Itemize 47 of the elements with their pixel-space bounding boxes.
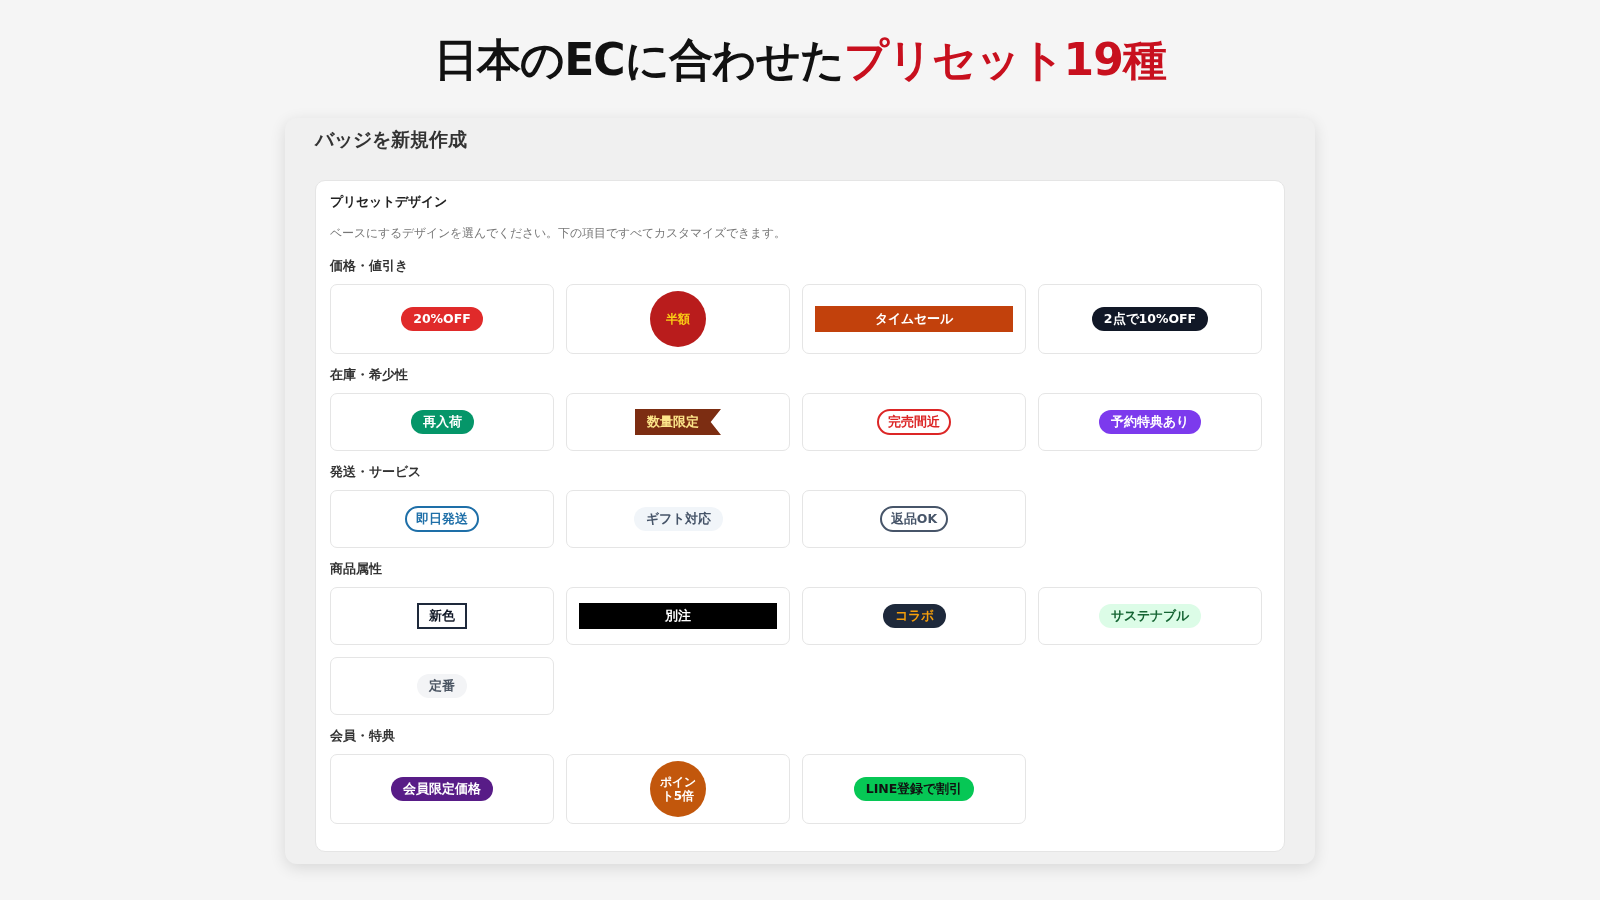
badge-text: 会員限定価格 bbox=[403, 781, 481, 796]
preset-tile[interactable]: 新色 bbox=[330, 587, 554, 645]
preset-tile[interactable]: 会員限定価格 bbox=[330, 754, 554, 824]
group-label: 商品属性 bbox=[330, 561, 383, 578]
preset-tile[interactable]: 完売間近 bbox=[802, 393, 1026, 451]
badge-text: LINE登録で割引 bbox=[865, 781, 963, 796]
description: ベースにするデザインを選んでください。下の項目ですべてカスタマイズできます。 bbox=[330, 225, 787, 242]
badge-text: タイムセール bbox=[875, 311, 953, 326]
badge-text: コラボ bbox=[894, 608, 934, 623]
preset-tile[interactable]: サステナブル bbox=[1038, 587, 1262, 645]
badge-text: 2点で10%OFF bbox=[1103, 311, 1197, 326]
badge-text: 数量限定 bbox=[647, 414, 699, 429]
preset-tile[interactable]: 予約特典あり bbox=[1038, 393, 1262, 451]
preset-tile[interactable]: 2点で10%OFF bbox=[1038, 284, 1262, 354]
preset-tile[interactable]: 半額 bbox=[566, 284, 790, 354]
badge-text: 即日発送 bbox=[416, 511, 468, 526]
preset-tile[interactable]: 定番 bbox=[330, 657, 554, 715]
badge-text: 返品OK bbox=[890, 511, 938, 526]
preset-tile[interactable]: タイムセール bbox=[802, 284, 1026, 354]
section-title: プリセットデザイン bbox=[330, 193, 448, 211]
preset-tile[interactable]: 返品OK bbox=[802, 490, 1026, 548]
preset-tile[interactable]: 20%OFF bbox=[330, 284, 554, 354]
group-label: 在庫・希少性 bbox=[330, 367, 409, 384]
badge-text: 定番 bbox=[429, 678, 455, 693]
badge-text: 別注 bbox=[665, 608, 691, 623]
badge-text: サステナブル bbox=[1111, 608, 1189, 623]
preset-tile[interactable]: 再入荷 bbox=[330, 393, 554, 451]
group-label: 価格・値引き bbox=[330, 258, 409, 275]
badge-text: 再入荷 bbox=[422, 414, 462, 429]
badge-text: 完売間近 bbox=[888, 414, 940, 429]
preset-tile[interactable]: ギフト対応 bbox=[566, 490, 790, 548]
dialog-title: バッジを新規作成 bbox=[315, 127, 468, 152]
preset-tile[interactable]: コラボ bbox=[802, 587, 1026, 645]
badge-text: 20%OFF bbox=[413, 311, 471, 326]
preset-tile[interactable]: 即日発送 bbox=[330, 490, 554, 548]
group-label: 発送・サービス bbox=[330, 464, 422, 481]
badge-text: ポイント5倍 bbox=[659, 775, 697, 803]
badge-text: 予約特典あり bbox=[1111, 414, 1189, 429]
preset-tile[interactable]: ポイント5倍 bbox=[566, 754, 790, 824]
headline: 日本のECに合わせたプリセット19種 bbox=[434, 33, 1166, 87]
badge-text: 新色 bbox=[429, 608, 455, 623]
badge-text: 半額 bbox=[666, 312, 690, 326]
badge-text: ギフト対応 bbox=[645, 511, 711, 526]
preset-tile[interactable]: 数量限定 bbox=[566, 393, 790, 451]
preset-tile[interactable]: 別注 bbox=[566, 587, 790, 645]
preset-tile[interactable]: LINE登録で割引 bbox=[802, 754, 1026, 824]
group-label: 会員・特典 bbox=[330, 728, 396, 745]
